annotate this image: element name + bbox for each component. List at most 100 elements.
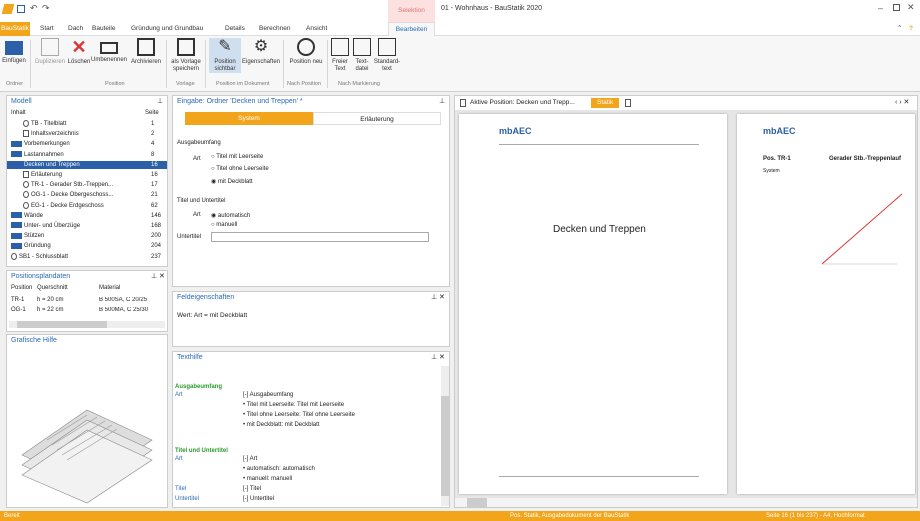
archive-icon [137,38,155,56]
tree-item[interactable]: Vorbemerkungen 4 [7,140,167,149]
nav-arrows-icon[interactable]: ‹ › ✕ [895,98,909,106]
tab-bearbeiten[interactable]: Bearbeiten [388,22,435,36]
tree-item[interactable]: Erläuterung 16 [7,171,167,180]
help-line: • manuell: manuell [243,476,293,482]
preview-scrollbar[interactable] [455,498,917,507]
footer-rule [499,476,699,477]
tree-item-label: TR-1 - Gerader Stb.-Treppen... [31,182,114,189]
tree-item-label: Gründung [24,243,51,250]
tab-berechnen[interactable]: Berechnen [259,22,290,36]
group-ordner: Ordner [6,81,24,87]
maximize-icon[interactable] [893,4,900,11]
tab-erlaeuterung[interactable]: Erläuterung [313,112,441,125]
folder-icon [11,222,22,229]
position-new-icon [297,38,315,56]
feld-value: Wert: Art = mit Deckblatt [177,312,248,319]
tree-item-page: 8 [151,151,155,158]
save-quick-icon[interactable] [17,5,25,13]
close-icon[interactable]: ✕ [907,2,915,13]
tab-start[interactable]: Start [40,22,54,36]
tab-ansicht[interactable]: Ansicht [306,22,327,36]
position-neu-button[interactable]: Position neu [289,38,323,66]
freier-text-button[interactable]: Freier Text [329,38,351,73]
radio-manuell[interactable]: ○ manuell [211,222,237,228]
tree-item[interactable]: OG-1 - Decke Obergeschoss... 21 [7,191,167,200]
group-nach-markierung: Nach Markierung [338,81,380,87]
position-icon [23,191,29,199]
header-rule [499,144,699,145]
tree-item-page: 2 [151,131,155,138]
help-key: Untertitel [175,496,200,502]
undo-icon[interactable]: ↶ [30,3,38,14]
tree-item[interactable]: Decken und Treppen 16 [7,160,167,170]
untertitel-input[interactable] [211,232,429,242]
app-icon [1,4,15,14]
standardtext-button[interactable]: Standard-text [373,38,401,73]
pin-icon[interactable]: ⊥ [439,97,445,105]
horizontal-scrollbar[interactable] [9,321,165,328]
pin-icon[interactable]: ⊥ [157,97,163,105]
group-position-im-dokument: Position im Dokument [216,81,270,87]
status-bar: Bereit Pos. Statik, Ausgabedokument der … [0,511,920,521]
help-heading: Titel und Untertitel [175,448,228,454]
tree-item[interactable]: Gründung 204 [7,242,167,251]
positionsplan-title: Positionsplandaten [7,271,167,283]
tab-system[interactable]: System [185,112,313,125]
tree-item[interactable]: Wände 146 [7,212,167,221]
radio-mit-deckblatt[interactable]: ◉ mit Deckblatt [211,178,253,185]
als-vorlage-speichern-button[interactable]: als Vorlage speichern [169,38,203,73]
tree-item-label: Decken und Treppen [24,161,80,168]
duplizieren-button[interactable]: Duplizieren [33,38,67,66]
eigenschaften-button[interactable]: ⚙ Eigenschaften [241,38,281,66]
tree-item[interactable]: Lastannahmen 8 [7,151,167,160]
close-panel-icon[interactable]: ⊥ ✕ [431,353,445,361]
position-sichtbar-button[interactable]: ✎ Position sichtbar [209,38,241,73]
loeschen-button[interactable]: ✕ Löschen [66,38,92,66]
position-icon [23,201,29,209]
tree-item[interactable]: TR-1 - Gerader Stb.-Treppen... 17 [7,181,167,190]
tab-baustatik[interactable]: BauStatik [0,22,30,36]
tree-item[interactable]: SB1 - Schlussblatt 237 [7,252,167,262]
einfuegen-button[interactable]: Einfügen [2,38,26,65]
archivieren-button[interactable]: Archivieren [128,38,164,66]
close-panel-icon[interactable]: ⊥ ✕ [431,293,445,301]
table-row[interactable]: OG-1 [11,307,26,313]
col-inhalt: Inhalt [11,110,26,116]
tab-gruendung[interactable]: Gründung und Grundbau [131,22,203,36]
eingabe-panel: Eingabe: Ordner 'Decken und Treppen' * ⊥… [172,95,450,287]
tree-item[interactable]: Inhaltsverzeichnis 2 [7,130,167,139]
radio-titel-mit-leerseite[interactable]: ○ Titel mit Leerseite [211,154,263,160]
statik-tab[interactable]: Statik [591,98,620,108]
radio-automatisch[interactable]: ◉ automatisch [211,212,250,219]
tab-dach[interactable]: Dach [68,22,83,36]
tree-item-label: OG-1 - Decke Obergeschoss... [31,192,114,199]
redo-icon[interactable]: ↷ [42,3,50,14]
gear-icon: ⚙ [253,38,269,55]
section-titel-untertitel: Titel und Untertitel [177,198,226,204]
texthilfe-title: Texthilfe [173,352,449,364]
help-icon[interactable]: ? [909,22,913,36]
umbenennen-button[interactable]: Umbenennen [90,38,128,64]
tree-item[interactable]: EG-1 - Decke Erdgeschoss 62 [7,201,167,211]
tree-item[interactable]: Unter- und Überzüge 168 [7,222,167,231]
tab-details[interactable]: Details [225,22,245,36]
new-page-icon[interactable] [625,99,631,107]
textdatei-button[interactable]: Text-datei [351,38,373,73]
collapse-ribbon-icon[interactable]: ⌃ [897,22,902,36]
close-panel-icon[interactable]: ⊥ ✕ [151,272,165,280]
minimize-icon[interactable]: – [878,3,883,13]
tree-item[interactable]: Stützen 200 [7,232,167,241]
help-line: • automatisch: automatisch [243,466,315,472]
ribbon-tabs: BauStatik Start Dach Bauteile Gründung u… [0,22,920,36]
tree-item[interactable]: TB - Titelblatt 1 [7,120,167,129]
table-row[interactable]: TR-1 [11,297,24,303]
folder-icon [11,161,22,168]
logo: mbAEC [499,126,532,136]
position-icon [23,120,29,127]
tab-bauteile[interactable]: Bauteile [92,22,116,36]
radio-titel-ohne-leerseite[interactable]: ○ Titel ohne Leerseite [211,166,269,172]
positionsplan-panel: Positionsplandaten ⊥ ✕ Position Querschn… [6,270,168,332]
vertical-scrollbar[interactable] [441,366,449,506]
stair-graphic [21,409,153,504]
group-vorlage: Vorlage [176,81,195,87]
